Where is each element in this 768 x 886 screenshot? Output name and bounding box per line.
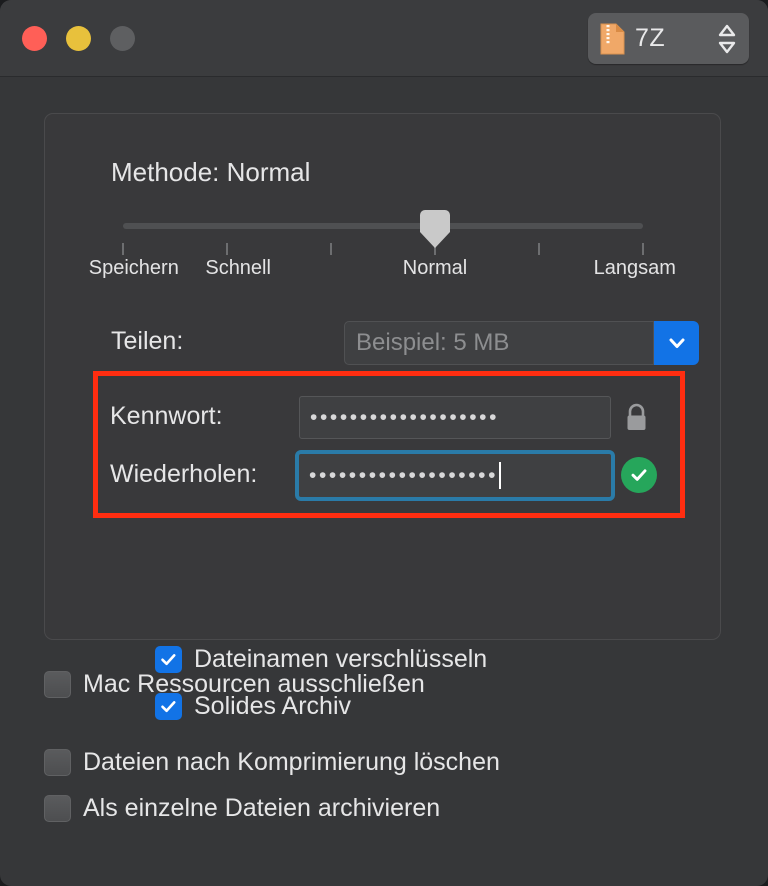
password-repeat-label: Wiederholen: (110, 460, 258, 488)
checkbox-box[interactable] (44, 671, 71, 698)
up-down-stepper-icon[interactable] (717, 22, 737, 56)
checkbox-box[interactable] (44, 749, 71, 776)
password-repeat-input[interactable]: ••••••••••••••••••• (295, 450, 615, 501)
slider-label: Speichern (88, 257, 179, 279)
archive-format-label: 7Z (635, 24, 666, 52)
checkbox-archive-as-separate-files[interactable]: Als einzelne Dateien archivieren (44, 794, 440, 823)
method-title: Methode: Normal (111, 157, 311, 187)
checkbox-label: Mac Ressourcen ausschließen (83, 670, 425, 698)
password-masked-value: ••••••••••••••••••• (310, 406, 500, 429)
text-caret (499, 462, 502, 489)
slider-track[interactable] (123, 223, 643, 229)
password-label: Kennwort: (110, 402, 223, 430)
password-row: Kennwort: ••••••••••••••••••• (110, 396, 670, 440)
zoom-button[interactable] (110, 26, 135, 51)
slider-tick (642, 243, 644, 255)
minimize-button[interactable] (66, 26, 91, 51)
checkbox-delete-after-compression[interactable]: Dateien nach Komprimierung löschen (44, 748, 500, 777)
slider-label: Normal (402, 257, 468, 279)
check-circle-icon (621, 457, 657, 493)
split-size-placeholder: Beispiel: 5 MB (356, 329, 510, 356)
password-repeat-row: Wiederholen: ••••••••••••••••••• (110, 450, 670, 501)
checkbox-box[interactable] (44, 795, 71, 822)
slider-tick-marks (122, 243, 644, 255)
slider-tick (122, 243, 124, 255)
slider-tick-labels: Speichern Schnell Normal Langsam (89, 257, 676, 283)
slider-label: Langsam (593, 257, 676, 279)
archive-options-window: 7Z Methode: Normal Speichern Schnell Norma… (0, 0, 768, 886)
split-size-row: Teilen: Beispiel: 5 MB (111, 321, 701, 367)
slider-tick (538, 243, 540, 255)
close-button[interactable] (22, 26, 47, 51)
slider-tick (226, 243, 228, 255)
split-size-combobox[interactable]: Beispiel: 5 MB (344, 321, 699, 365)
archive-file-icon (600, 23, 625, 55)
checkbox-label: Als einzelne Dateien archivieren (83, 794, 441, 822)
split-size-input[interactable]: Beispiel: 5 MB (344, 321, 654, 365)
archive-format-popup-button[interactable]: 7Z (588, 13, 749, 64)
archive-options-panel: Methode: Normal Speichern Schnell Normal La… (44, 113, 721, 720)
compression-method-slider[interactable]: Speichern Schnell Normal Langsam (89, 210, 676, 284)
window-titlebar: 7Z (0, 0, 768, 77)
split-size-label: Teilen: (111, 327, 184, 355)
password-repeat-masked-value: ••••••••••••••••••• (309, 464, 499, 487)
slider-tick (330, 243, 332, 255)
checkbox-exclude-mac-resources[interactable]: Mac Ressourcen ausschließen (44, 670, 425, 699)
checkbox-box[interactable] (155, 646, 182, 673)
checkbox-label: Dateien nach Komprimierung löschen (83, 748, 500, 776)
traffic-light-group (22, 26, 135, 51)
slider-label: Schnell (205, 257, 271, 279)
password-input[interactable]: ••••••••••••••••••• (299, 396, 611, 439)
lock-icon (623, 402, 650, 433)
chevron-down-icon[interactable] (654, 321, 699, 365)
